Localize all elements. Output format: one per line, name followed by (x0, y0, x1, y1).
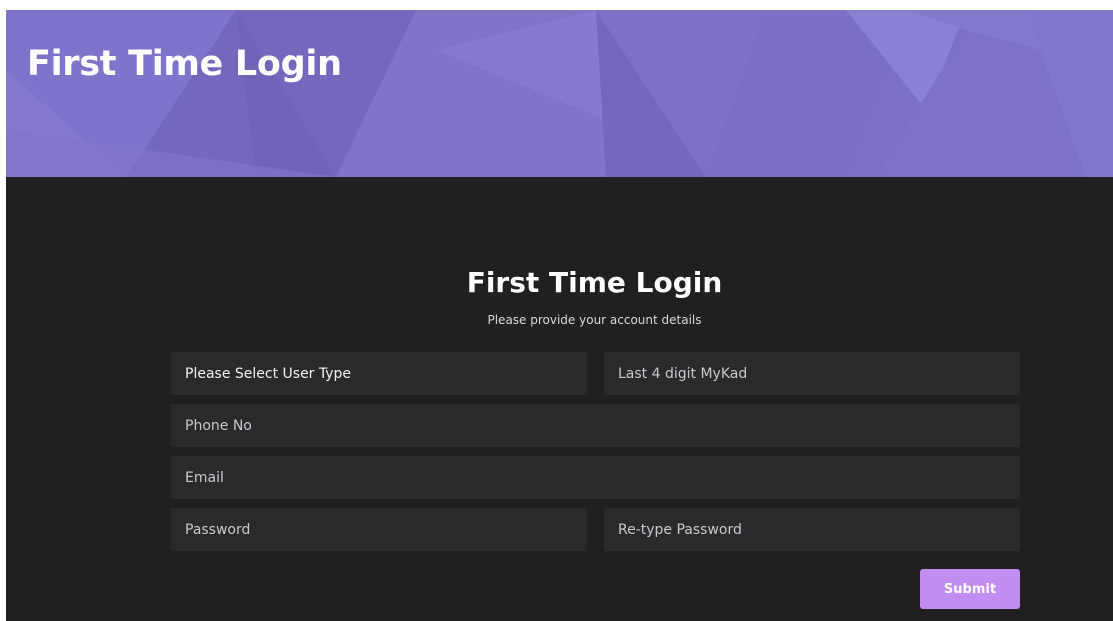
form-heading: First Time Login (466, 266, 723, 299)
banner-background (6, 10, 1113, 177)
form-subheading: Please provide your account details (487, 313, 702, 327)
submit-button[interactable]: Submit (920, 569, 1020, 609)
header-banner: First Time Login (6, 10, 1113, 177)
page-title: First Time Login (27, 44, 342, 84)
user-type-select[interactable]: Please Select User Type (171, 352, 587, 395)
email-field[interactable] (171, 456, 1020, 499)
page-frame: First Time Login First Time Login Please… (6, 10, 1113, 621)
password-field[interactable] (171, 508, 587, 551)
retype-password-field[interactable] (604, 508, 1020, 551)
phone-field[interactable] (171, 404, 1020, 447)
mykad-field[interactable] (604, 352, 1020, 395)
